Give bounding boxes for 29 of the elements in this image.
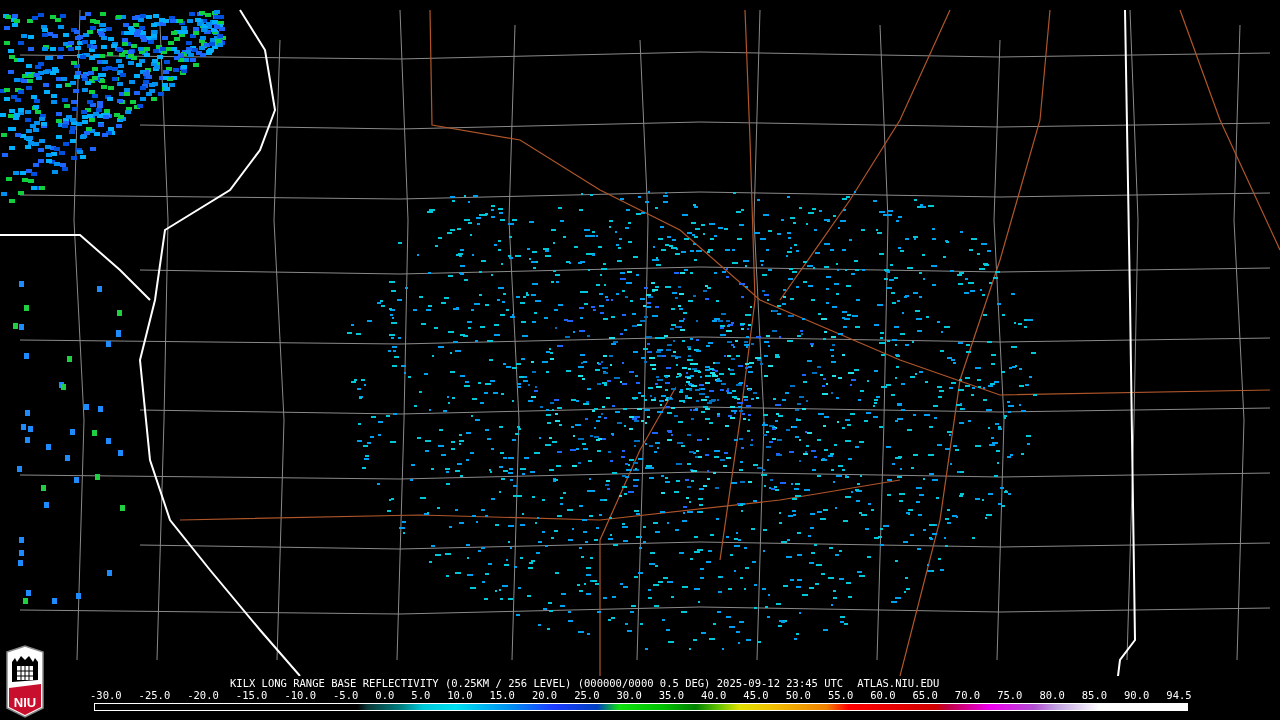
scale-label: 60.0 bbox=[870, 690, 896, 701]
scale-label: 80.0 bbox=[1039, 690, 1065, 701]
scale-label: 40.0 bbox=[701, 690, 727, 701]
scale-label: 20.0 bbox=[531, 690, 558, 701]
scale-label: 45.0 bbox=[743, 690, 769, 701]
scale-label: -15.0 bbox=[235, 690, 268, 701]
scale-label: 30.0 bbox=[616, 690, 642, 701]
scale-label: -25.0 bbox=[138, 690, 171, 701]
scale-label: -30.0 bbox=[90, 690, 122, 701]
scale-label: 85.0 bbox=[1081, 690, 1108, 701]
scale-label: -10.0 bbox=[284, 690, 317, 701]
scale-label: 55.0 bbox=[827, 690, 854, 701]
product-caption: KILX LONG RANGE BASE REFLECTIVITY (0.25KM / 256 LEVEL) (000000/0000 0.5 DEG) 2025-09-12 23:45 UTC bbox=[230, 676, 844, 690]
scale-label: 50.0 bbox=[785, 690, 811, 701]
scale-label: 94.5 bbox=[1166, 690, 1192, 701]
scale-label: 0.0 bbox=[375, 690, 395, 701]
scale-label: 10.0 bbox=[447, 690, 473, 701]
scale-label: 70.0 bbox=[954, 690, 981, 701]
scale-label: -20.0 bbox=[187, 690, 219, 701]
site-caption: ATLAS.NIU.EDU bbox=[857, 676, 940, 690]
scale-label: -5.0 bbox=[333, 690, 359, 701]
scale-label: 35.0 bbox=[658, 690, 685, 701]
logo-text: NIU bbox=[12, 695, 38, 710]
scale-label: 5.0 bbox=[411, 690, 431, 701]
scale-label: 65.0 bbox=[912, 690, 938, 701]
scale-label: 75.0 bbox=[997, 690, 1023, 701]
scale-label: 15.0 bbox=[489, 690, 515, 701]
scale-label: 25.0 bbox=[574, 690, 600, 701]
scale-label: 90.0 bbox=[1124, 690, 1150, 701]
